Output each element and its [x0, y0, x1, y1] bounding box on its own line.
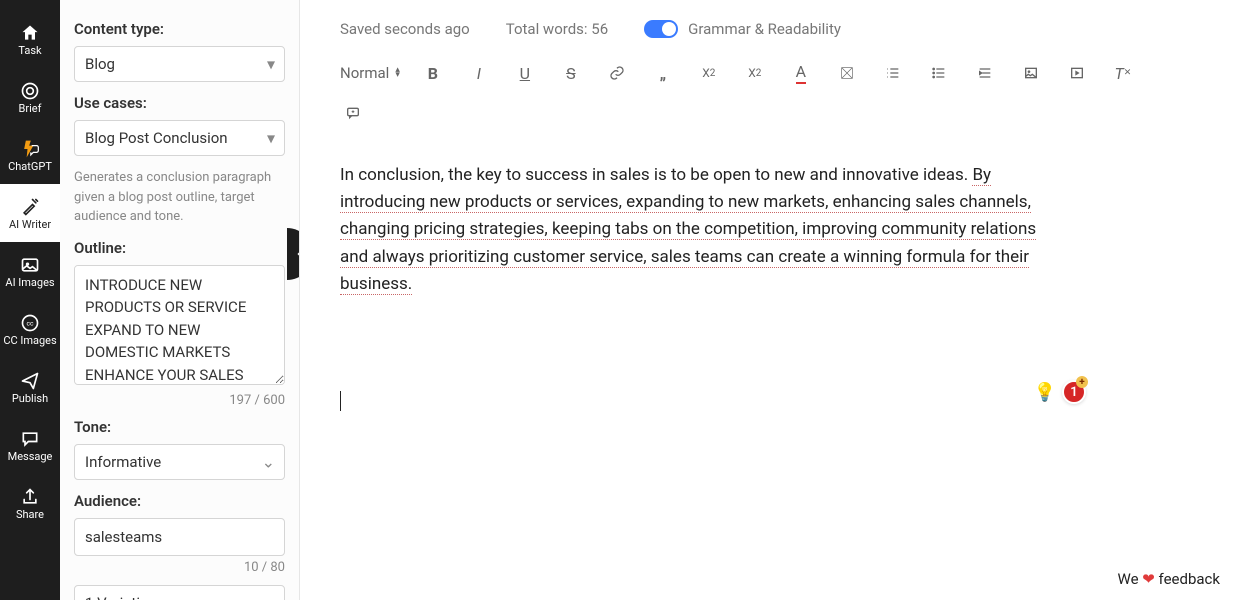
nav-ccimages-label: CC Images	[3, 335, 56, 346]
nav-aiwriter-label: AI Writer	[9, 219, 51, 230]
chat-icon	[20, 429, 40, 449]
ordered-list-button[interactable]	[880, 60, 906, 86]
nav-brief[interactable]: Brief	[0, 68, 60, 126]
link-button[interactable]	[604, 60, 630, 86]
indent-button[interactable]	[972, 60, 998, 86]
updown-icon: ▴▾	[395, 68, 400, 78]
use-cases-select[interactable]: Blog Post Conclusion	[74, 120, 285, 156]
nav-chatgpt-label: ChatGPT	[8, 161, 52, 172]
format-toolbar-row2	[340, 96, 1196, 138]
content-type-label: Content type:	[74, 20, 285, 38]
nav-aiwriter[interactable]: AI Writer	[0, 184, 60, 242]
nav-task[interactable]: Task	[0, 10, 60, 68]
nav-share-label: Share	[16, 509, 44, 520]
use-cases-description: Generates a conclusion paragraph given a…	[74, 168, 285, 227]
bolt-chat-icon	[20, 139, 40, 159]
superscript-button[interactable]: X2	[742, 60, 768, 86]
outline-textarea[interactable]	[74, 265, 285, 385]
grammar-label: Grammar & Readability	[688, 20, 841, 38]
italic-button[interactable]: I	[466, 60, 492, 86]
use-cases-label: Use cases:	[74, 94, 285, 112]
nav-ccimages[interactable]: cc CC Images	[0, 300, 60, 358]
vertical-nav: Task Brief ChatGPT AI Writer AI Images c…	[0, 0, 60, 600]
image-icon	[20, 255, 40, 275]
audience-input[interactable]	[74, 518, 285, 556]
editor-text-plain: In conclusion, the key to success in sal…	[340, 165, 972, 185]
nav-task-label: Task	[18, 45, 41, 56]
share-icon	[20, 487, 40, 507]
tone-label: Tone:	[74, 418, 285, 436]
tone-select[interactable]: Informative	[74, 444, 285, 480]
unordered-list-button[interactable]	[926, 60, 952, 86]
nav-message[interactable]: Message	[0, 416, 60, 474]
format-toolbar: Normal ▴▾ B I U S „ X2 X2 A T✕	[340, 50, 1196, 96]
paragraph-style-select[interactable]: Normal ▴▾	[340, 64, 400, 82]
editor-topbar: Saved seconds ago Total words: 56 Gramma…	[340, 0, 1196, 50]
feedback-link[interactable]: We ❤ feedback	[1111, 566, 1226, 592]
nav-brief-label: Brief	[19, 103, 42, 114]
blockquote-button[interactable]: „	[650, 60, 676, 86]
comment-button[interactable]	[340, 100, 366, 126]
side-panel: Content type: Blog ▾ Use cases: Blog Pos…	[60, 0, 300, 600]
paragraph-style-label: Normal	[340, 64, 389, 82]
home-icon	[20, 23, 40, 43]
nav-share[interactable]: Share	[0, 474, 60, 532]
send-icon	[20, 371, 40, 391]
cc-icon: cc	[20, 313, 40, 333]
image-button[interactable]	[1018, 60, 1044, 86]
highlight-button[interactable]	[834, 60, 860, 86]
nav-chatgpt[interactable]: ChatGPT	[0, 126, 60, 184]
variations-select[interactable]: 1 Variation	[74, 585, 285, 600]
clear-format-button[interactable]: T✕	[1110, 60, 1136, 86]
subscript-button[interactable]: X2	[696, 60, 722, 86]
chevron-left-icon	[293, 247, 300, 261]
svg-text:cc: cc	[27, 319, 34, 327]
editor-area: Saved seconds ago Total words: 56 Gramma…	[300, 0, 1236, 600]
audience-label: Audience:	[74, 492, 285, 510]
target-icon	[20, 81, 40, 101]
word-count: Total words: 56	[506, 20, 608, 38]
strikethrough-button[interactable]: S	[558, 60, 584, 86]
collapse-panel-button[interactable]	[287, 228, 300, 280]
floating-widgets: 💡 1	[1034, 380, 1086, 404]
magic-wand-icon	[20, 197, 40, 217]
grammar-toggle[interactable]	[644, 20, 678, 38]
nav-message-label: Message	[8, 451, 53, 462]
text-cursor	[340, 391, 341, 411]
nav-aiimages-label: AI Images	[5, 277, 54, 288]
heart-icon: ❤	[1142, 570, 1155, 588]
content-type-select[interactable]: Blog	[74, 46, 285, 82]
audience-counter: 10 / 80	[74, 560, 285, 575]
outline-counter: 197 / 600	[74, 393, 285, 408]
underline-button[interactable]: U	[512, 60, 538, 86]
bold-button[interactable]: B	[420, 60, 446, 86]
issue-count-badge[interactable]: 1	[1062, 380, 1086, 404]
outline-label: Outline:	[74, 239, 285, 257]
nav-aiimages[interactable]: AI Images	[0, 242, 60, 300]
lightbulb-icon[interactable]: 💡	[1034, 382, 1056, 403]
editor-content[interactable]: In conclusion, the key to success in sal…	[340, 162, 1050, 415]
video-button[interactable]	[1064, 60, 1090, 86]
nav-publish[interactable]: Publish	[0, 358, 60, 416]
text-color-button[interactable]: A	[788, 60, 814, 86]
nav-publish-label: Publish	[12, 393, 48, 404]
saved-status: Saved seconds ago	[340, 20, 470, 38]
